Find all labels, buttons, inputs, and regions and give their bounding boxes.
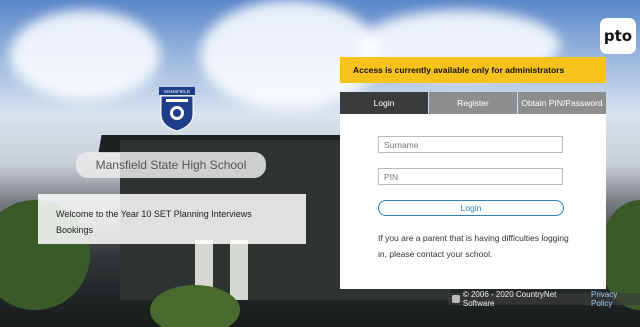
help-text: If you are a parent that is having diffi… <box>378 233 569 259</box>
login-panel: Access is currently available only for a… <box>340 57 606 289</box>
background-cloud <box>10 10 160 100</box>
tab-obtain-pin[interactable]: Obtain PIN/Password <box>518 92 606 114</box>
background-column <box>230 240 248 300</box>
tab-register[interactable]: Register <box>429 92 517 114</box>
login-page: MANSFIELD Mansfield State High School We… <box>0 0 640 327</box>
countrynet-icon <box>452 295 460 303</box>
welcome-message: Welcome to the Year 10 SET Planning Inte… <box>38 194 306 244</box>
school-crest-icon: MANSFIELD <box>159 87 195 132</box>
tab-login[interactable]: Login <box>340 92 428 114</box>
auth-tabs: Login Register Obtain PIN/Password <box>340 92 606 114</box>
background-bush <box>150 285 240 327</box>
login-form: Login If you are a parent that is having… <box>340 114 606 289</box>
privacy-policy-link[interactable]: Privacy Policy <box>591 290 640 308</box>
copyright-text: © 2006 - 2020 CountryNet Software <box>462 290 557 308</box>
admin-only-alert: Access is currently available only for a… <box>340 57 606 83</box>
footer: © 2006 - 2020 CountryNet Software Privac… <box>448 290 640 308</box>
crest-banner-text: MANSFIELD <box>164 89 191 94</box>
pto-logo-text: pto <box>603 27 633 45</box>
login-button[interactable]: Login <box>378 200 564 216</box>
pto-logo: pto <box>600 18 636 54</box>
pin-input[interactable] <box>378 168 563 185</box>
school-name: Mansfield State High School <box>76 152 266 178</box>
surname-input[interactable] <box>378 136 563 153</box>
